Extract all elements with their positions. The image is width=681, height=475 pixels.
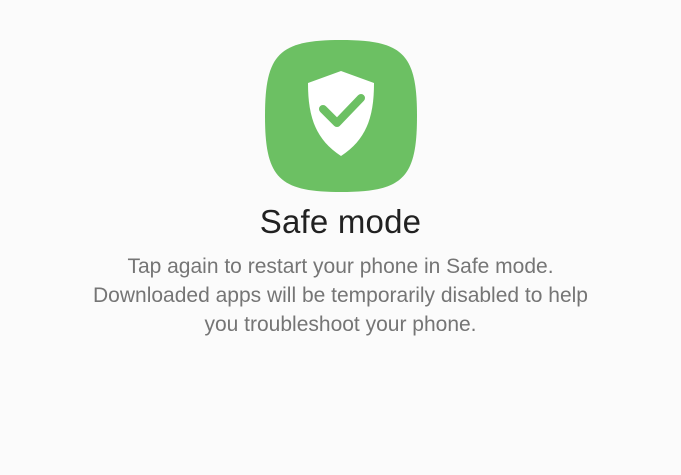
shield-check-icon bbox=[264, 40, 417, 192]
message-line: Tap again to restart your phone in Safe … bbox=[127, 255, 554, 278]
dialog-title: Safe mode bbox=[259, 203, 422, 240]
screen: Safe mode Tap again to restart your phon… bbox=[0, 0, 681, 475]
message-line: you troubleshoot your phone. bbox=[204, 313, 477, 336]
message-line: Downloaded apps will be temporarily disa… bbox=[93, 284, 588, 307]
safe-mode-button[interactable] bbox=[263, 38, 419, 194]
safe-mode-dialog: Safe mode Tap again to restart your phon… bbox=[0, 0, 681, 475]
dialog-message: Tap again to restart your phone in Safe … bbox=[31, 252, 651, 339]
